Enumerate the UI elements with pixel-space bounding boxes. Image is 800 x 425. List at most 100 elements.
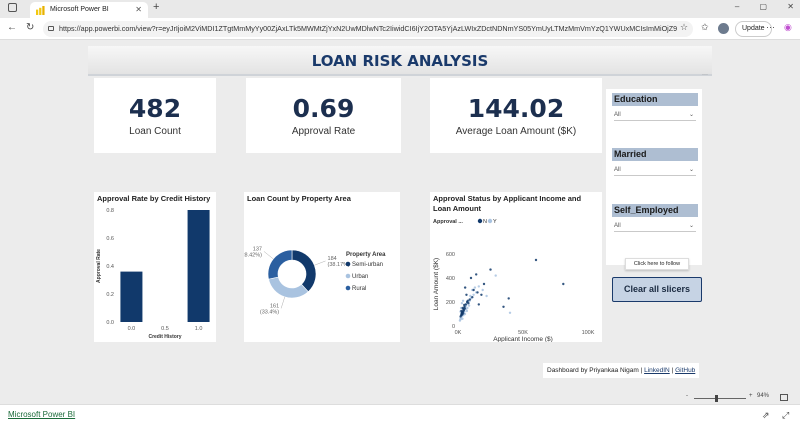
scatter-point: [485, 294, 488, 298]
legend-marker: [487, 218, 493, 224]
donut-chart: 184(38.17%)161(33.4%)137(28.42%)Property…: [244, 246, 386, 315]
refresh-icon[interactable]: ↻: [26, 22, 34, 33]
copilot-icon[interactable]: ◉: [784, 22, 792, 33]
zoom-level: 94%: [757, 393, 770, 399]
kpi-value: 144.02: [467, 94, 565, 123]
window-controls: – ▢ ✕: [717, 2, 794, 11]
scatter-chart-card[interactable]: Approval Status by Applicant Income and …: [430, 192, 602, 342]
new-tab-button[interactable]: +: [153, 1, 159, 13]
bar: [187, 210, 210, 322]
scatter-point: [472, 288, 475, 292]
scatter-point: [465, 309, 469, 313]
x-tick-label: 1.0: [195, 326, 203, 332]
chevron-down-icon: ⌄: [688, 167, 694, 173]
slicer-value: All: [614, 112, 621, 118]
y-tick-label: 0.8: [106, 208, 114, 214]
y-axis-title: Loan Amount ($K): [433, 258, 440, 310]
y-tick-label: 0.0: [106, 320, 114, 326]
report-canvas: LOAN RISK ANALYSIS ··· 482 Loan Count 0.…: [0, 40, 800, 392]
slicer-dropdown-education[interactable]: All ⌄: [614, 109, 696, 121]
legend-marker: [477, 218, 483, 224]
close-window-icon[interactable]: ✕: [787, 2, 794, 11]
scatter-point: [461, 317, 464, 320]
slicer-dropdown-married[interactable]: All ⌄: [614, 164, 696, 176]
scatter-point: [480, 293, 483, 296]
scatter-point: [466, 299, 469, 302]
kpi-label: Average Loan Amount ($K): [455, 126, 577, 137]
zoom-slider-track[interactable]: [694, 398, 746, 399]
zoom-out-button[interactable]: -: [686, 393, 688, 399]
more-menu-icon[interactable]: ···: [766, 22, 775, 32]
fullscreen-icon[interactable]: ⤢: [782, 410, 789, 421]
chevron-down-icon: ⌄: [688, 223, 694, 229]
scatter-point: [461, 299, 465, 302]
scatter-point: [469, 276, 473, 280]
back-icon[interactable]: ←: [7, 22, 17, 33]
share-icon[interactable]: ⇗: [762, 410, 770, 421]
scatter-point: [477, 303, 480, 306]
tab-close-icon[interactable]: ✕: [135, 2, 142, 18]
more-options-icon[interactable]: ···: [702, 72, 708, 78]
legend-label: Semi-urban: [352, 262, 383, 268]
kpi-card-avg-loan: 144.02 Average Loan Amount ($K): [430, 78, 602, 153]
browser-tab-powerbi[interactable]: Microsoft Power BI ✕: [30, 2, 148, 18]
linkedin-link[interactable]: LinkedIN: [644, 367, 670, 374]
minimize-icon[interactable]: –: [735, 2, 739, 11]
chevron-down-icon: ⌄: [688, 112, 694, 118]
scatter-point: [562, 282, 565, 286]
sidebar-toggle-icon[interactable]: [8, 3, 17, 12]
fit-page-icon[interactable]: [780, 394, 788, 401]
x-tick-label: 0K: [455, 330, 462, 336]
donut-chart-card[interactable]: Loan Count by Property Area 184 (38.17%) 1…: [244, 192, 400, 342]
legend-marker: [345, 261, 351, 267]
bar: [120, 271, 143, 322]
favorite-star-icon[interactable]: ☆: [680, 22, 688, 33]
report-title: LOAN RISK ANALYSIS: [311, 52, 489, 70]
extensions-icon[interactable]: ✩: [701, 22, 709, 33]
legend-marker: [345, 273, 351, 279]
scatter-point: [471, 296, 474, 299]
scatter-point: [502, 305, 505, 308]
slice-data-label: (28.42%): [244, 252, 262, 258]
slicer-dropdown-self-employed[interactable]: All ⌄: [614, 220, 696, 232]
zoom-slider-thumb[interactable]: [715, 395, 718, 402]
profile-avatar[interactable]: [718, 23, 729, 34]
y-tick-label: 0.6: [106, 236, 114, 242]
scatter-point: [489, 268, 492, 271]
slicer-title-education: Education: [612, 93, 698, 106]
github-link[interactable]: GitHub: [675, 367, 695, 374]
powerbi-logo-icon: [36, 6, 45, 15]
donut-slice: [291, 249, 317, 293]
url-field[interactable]: https://app.powerbi.com/view?r=eyJrIjoiM…: [43, 21, 693, 37]
legend-title: Approval ...: [433, 219, 463, 225]
slicer-value: All: [614, 223, 621, 229]
scatter-point: [466, 306, 469, 310]
bar-chart-card[interactable]: Approval Rate by Credit History 0.0 0.2 0.…: [94, 192, 216, 342]
y-tick-label: 600: [446, 252, 455, 258]
powerbi-brand-link[interactable]: Microsoft Power BI: [8, 410, 75, 419]
slice-leader-line: [263, 251, 274, 260]
slicer-title-self-employed: Self_Employed: [612, 204, 698, 217]
legend-label: N: [483, 219, 487, 225]
scatter-point: [460, 302, 464, 305]
kpi-label: Approval Rate: [291, 126, 356, 137]
scatter-point: [482, 282, 486, 286]
scatter-point: [477, 285, 480, 288]
scatter-point: [460, 309, 463, 313]
scatter-point: [463, 307, 466, 310]
slicer-title-married: Married: [612, 148, 698, 161]
maximize-icon[interactable]: ▢: [760, 2, 768, 11]
scatter-point: [459, 318, 462, 321]
credit-text: Dashboard by Priyankaa Nigam |: [547, 367, 643, 374]
slice-leader-line: [314, 260, 326, 266]
zoom-in-button[interactable]: +: [749, 393, 753, 399]
scatter-point: [460, 313, 464, 316]
kpi-value: 482: [128, 94, 182, 123]
kpi-card-loan-count: 482 Loan Count: [94, 78, 216, 153]
y-tick-label: 200: [446, 300, 455, 306]
scatter-point: [473, 286, 477, 289]
scatter-point: [507, 297, 510, 300]
browser-tab-bar: Microsoft Power BI ✕ + – ▢ ✕: [0, 0, 800, 18]
y-tick-label: 0.4: [106, 264, 114, 270]
clear-slicers-button[interactable]: Clear all slicers: [612, 277, 702, 302]
